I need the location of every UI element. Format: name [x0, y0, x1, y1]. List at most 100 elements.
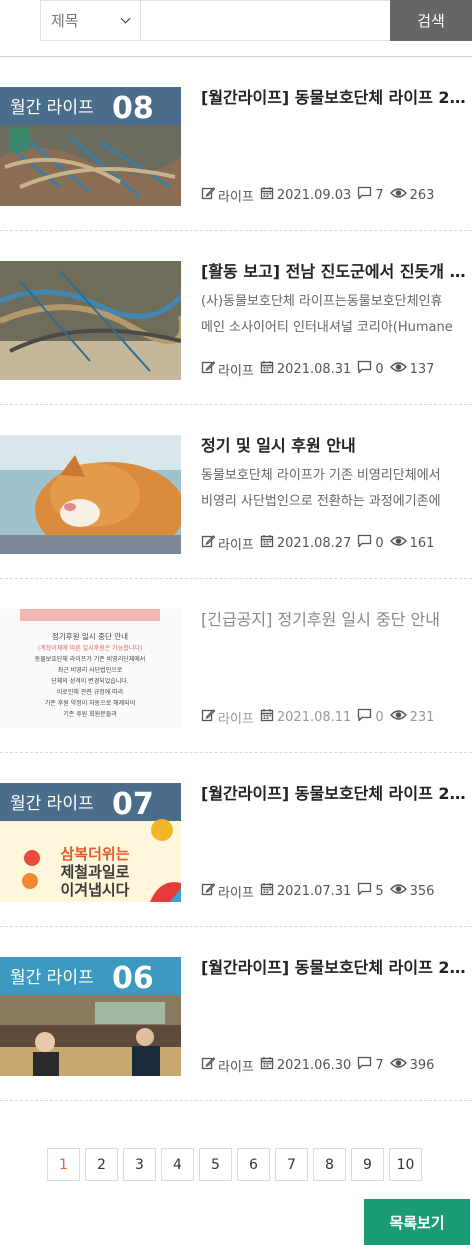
list-item[interactable]: 정기 및 일시 후원 안내동물보호단체 라이프가 기존 비영리단체에서 비영리 사…	[0, 405, 472, 579]
post-meta: 라이프 2021.06.30 7 396	[201, 1055, 440, 1075]
post-views: 396	[389, 1056, 435, 1074]
eye-icon	[389, 360, 410, 378]
calendar-icon	[260, 186, 277, 204]
thumb-caption: 기존 후원 약정이 자동으로 해제되어	[45, 699, 135, 707]
list-item[interactable]: 월간 라이프 06 [월간라이프] 동물보호단체 라이프 2021년 6월 소식라이…	[0, 927, 472, 1101]
thumb-title: 월간 라이프	[10, 794, 94, 814]
date-label: 2021.06.30	[276, 1057, 352, 1073]
list-view-button[interactable]: 목록보기	[364, 1199, 470, 1245]
date-label: 2021.07.31	[276, 883, 352, 899]
comment-count: 0	[375, 535, 384, 551]
list-item[interactable]: 월간 라이프 07 삼복더위는 제철과일로 이겨냅시다 [월간라이프] 동물보호단체 라이…	[0, 753, 472, 927]
post-thumbnail[interactable]: 월간 라이프 08	[0, 87, 181, 206]
post-title[interactable]: [월간라이프] 동물보호단체 라이프 2021년 6월 소식	[201, 957, 469, 979]
post-thumbnail[interactable]: 월간 라이프 07 삼복더위는 제철과일로 이겨냅시다	[0, 783, 181, 902]
post-comments: 0	[357, 360, 384, 378]
edit-icon	[201, 534, 218, 552]
comment-count: 5	[375, 883, 384, 899]
view-count: 161	[409, 535, 435, 551]
view-count: 231	[409, 709, 435, 725]
search-field-select-value: 제목	[51, 12, 79, 30]
search-field-select[interactable]: 제목	[40, 0, 140, 41]
edit-icon	[201, 1056, 218, 1074]
page-link[interactable]: 4	[161, 1148, 194, 1181]
page-link[interactable]: 1	[47, 1148, 80, 1181]
category-label: 라이프	[218, 363, 254, 379]
post-title[interactable]: [월간라이프] 동물보호단체 라이프 2021년 8월 소식	[201, 87, 469, 109]
list-item[interactable]: [활동 보고] 전남 진도군에서 진돗개 구조 (사)동물보호단체 라이프는동물보…	[0, 231, 472, 405]
edit-icon	[201, 186, 218, 204]
post-excerpt	[201, 811, 471, 863]
post-thumbnail[interactable]: 월간 라이프 06	[0, 957, 181, 1076]
comment-icon	[357, 534, 375, 552]
page-link[interactable]: 3	[123, 1148, 156, 1181]
post-meta: 라이프 2021.07.31 5 356	[201, 881, 440, 901]
page-link[interactable]: 2	[85, 1148, 118, 1181]
thumb-caption: 단체의 성격이 변경되었습니다.	[51, 677, 129, 685]
thumb-caption: 기존 후원 회원분들과	[63, 710, 117, 718]
post-comments: 7	[357, 1056, 384, 1074]
eye-icon	[389, 534, 410, 552]
search-input[interactable]	[140, 0, 390, 41]
post-thumbnail[interactable]: 정기후원 일시 중단 안내 (계좌이체에 따른 일시후원은 가능합니다) 동물보호단…	[0, 609, 181, 728]
comment-count: 7	[375, 1057, 384, 1073]
calendar-icon	[260, 534, 277, 552]
category-label: 라이프	[218, 1059, 254, 1075]
calendar-icon	[260, 882, 277, 900]
page-link[interactable]: 9	[351, 1148, 384, 1181]
category-label: 라이프	[218, 189, 254, 205]
list-item[interactable]: 정기후원 일시 중단 안내 (계좌이체에 따른 일시후원은 가능합니다) 동물보호단…	[0, 579, 472, 753]
post-views: 137	[389, 360, 434, 378]
post-excerpt	[201, 115, 471, 167]
thumb-title: 월간 라이프	[10, 98, 94, 118]
post-category: 라이프	[201, 186, 254, 205]
thumb-caption: 최근 비영리 사단법인으로	[58, 666, 123, 674]
post-title[interactable]: [활동 보고] 전남 진도군에서 진돗개 구조	[201, 261, 469, 283]
list-item[interactable]: 월간 라이프 08 [월간라이프] 동물보호단체 라이프 2021년 8월 소식라이…	[0, 57, 472, 231]
post-thumbnail[interactable]	[0, 261, 181, 380]
post-date: 2021.07.31	[260, 882, 351, 900]
thumb-caption: 이로인해 관련 규정에 따라	[57, 688, 124, 696]
thumb-number: 08	[112, 91, 154, 126]
post-category: 라이프	[201, 1056, 254, 1075]
comment-icon	[357, 360, 375, 378]
search-button[interactable]: 검색	[390, 0, 472, 41]
page-link[interactable]: 6	[237, 1148, 270, 1181]
excerpt-line: (사)동물보호단체 라이프는동물보호단체인휴	[201, 294, 443, 309]
post-excerpt: 동물보호단체 라이프가 기존 비영리단체에서 비영리 사단법인으로 전환하는 과정…	[201, 463, 471, 515]
view-count: 356	[409, 883, 435, 899]
post-views: 263	[389, 186, 434, 204]
eye-icon	[389, 1056, 410, 1074]
post-category: 라이프	[201, 708, 254, 727]
post-date: 2021.08.27	[260, 534, 351, 552]
post-excerpt: (사)동물보호단체 라이프는동물보호단체인휴메인 소사이어티 인터내셔널 코리아…	[201, 289, 471, 341]
thumb-caption: 동물보호단체 라이프가 기존 비영리단체에서	[35, 655, 146, 663]
post-title[interactable]: 정기 및 일시 후원 안내	[201, 435, 469, 457]
comment-count: 0	[375, 709, 384, 725]
page-link[interactable]: 7	[275, 1148, 308, 1181]
post-comments: 5	[357, 882, 384, 900]
comment-icon	[357, 186, 375, 204]
view-count: 396	[409, 1057, 435, 1073]
post-title[interactable]: [월간라이프] 동물보호단체 라이프 2021년 7월 소식	[201, 783, 469, 805]
page-link[interactable]: 10	[389, 1148, 422, 1181]
eye-icon	[389, 186, 410, 204]
thumb-number: 06	[112, 961, 154, 996]
page-link[interactable]: 5	[199, 1148, 232, 1181]
category-label: 라이프	[218, 885, 254, 901]
post-category: 라이프	[201, 882, 254, 901]
post-date: 2021.08.11	[260, 708, 351, 726]
page-link[interactable]: 8	[313, 1148, 346, 1181]
post-title[interactable]: [긴급공지] 정기후원 일시 중단 안내	[201, 609, 469, 631]
post-thumbnail[interactable]	[0, 435, 181, 554]
date-label: 2021.09.03	[276, 187, 352, 203]
post-category: 라이프	[201, 534, 254, 553]
excerpt-line: 메인 소사이어티 인터내셔널 코리아(Humane	[201, 320, 453, 335]
date-label: 2021.08.27	[276, 535, 352, 551]
edit-icon	[201, 882, 218, 900]
post-views: 231	[389, 708, 435, 726]
post-meta: 라이프 2021.08.27 0 161	[201, 533, 440, 553]
post-comments: 0	[357, 708, 384, 726]
calendar-icon	[260, 708, 277, 726]
post-date: 2021.08.31	[260, 360, 351, 378]
